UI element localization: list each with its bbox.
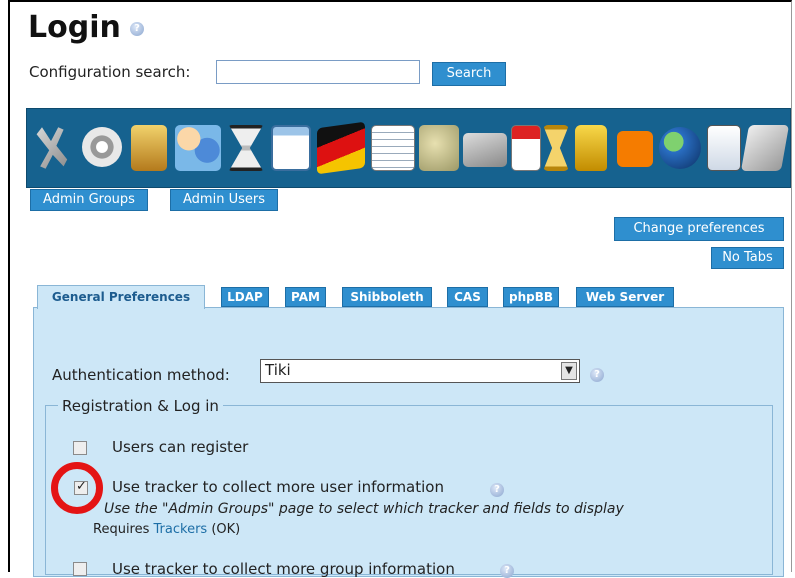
- auth-method-select[interactable]: Tiki ▼: [260, 359, 580, 383]
- tab-pam[interactable]: PAM: [285, 287, 326, 307]
- admin-icon-toolbar: [26, 108, 791, 188]
- user-tracker-label: Use tracker to collect more user informa…: [112, 478, 444, 496]
- lock-icon[interactable]: [575, 125, 607, 171]
- globe-icon[interactable]: [659, 127, 701, 169]
- auth-method-label: Authentication method:: [52, 366, 230, 384]
- calendar-icon[interactable]: [511, 125, 541, 171]
- tab-phpbb[interactable]: phpBB: [503, 287, 559, 307]
- tab-general-preferences[interactable]: General Preferences: [37, 285, 205, 309]
- dropdown-arrow-icon[interactable]: ▼: [561, 362, 577, 380]
- no-tabs-button[interactable]: No Tabs: [711, 247, 784, 269]
- auth-method-value: Tiki: [265, 361, 291, 379]
- registration-legend: Registration & Log in: [58, 397, 223, 415]
- requires-note: Requires Trackers (OK): [93, 522, 241, 537]
- config-search-input[interactable]: [216, 60, 420, 84]
- window-icon[interactable]: [271, 125, 311, 171]
- stack-icon[interactable]: [740, 125, 790, 171]
- puzzle-icon[interactable]: [419, 125, 459, 171]
- rss-icon[interactable]: [617, 131, 653, 167]
- group-tracker-checkbox[interactable]: [73, 562, 87, 576]
- tab-shibboleth[interactable]: Shibboleth: [342, 287, 432, 307]
- help-icon[interactable]: ?: [500, 564, 514, 578]
- document-icon[interactable]: [707, 125, 741, 171]
- timer-icon[interactable]: [543, 125, 569, 171]
- tab-cas[interactable]: CAS: [447, 287, 488, 307]
- trackers-link[interactable]: Trackers: [154, 522, 208, 537]
- users-can-register-label: Users can register: [112, 438, 249, 456]
- hourglass-icon[interactable]: [228, 125, 264, 171]
- notepad-icon[interactable]: [371, 125, 415, 171]
- tab-ldap[interactable]: LDAP: [221, 287, 269, 307]
- page-title: Login ?: [28, 10, 144, 45]
- users-can-register-checkbox[interactable]: [73, 441, 87, 455]
- highlight-circle-annotation: [51, 462, 103, 514]
- login-icon[interactable]: [131, 125, 167, 171]
- group-tracker-label: Use tracker to collect more group inform…: [112, 560, 455, 578]
- help-icon[interactable]: ?: [590, 368, 604, 382]
- tools-icon[interactable]: [36, 127, 68, 169]
- power-icon[interactable]: [82, 127, 122, 167]
- search-button[interactable]: Search: [432, 62, 506, 86]
- tab-web-server[interactable]: Web Server: [576, 287, 674, 307]
- admin-groups-button[interactable]: Admin Groups: [30, 189, 148, 211]
- change-preferences-button[interactable]: Change preferences: [614, 217, 784, 241]
- flag-icon[interactable]: [317, 121, 365, 175]
- help-icon[interactable]: ?: [130, 22, 144, 36]
- admin-users-button[interactable]: Admin Users: [170, 189, 278, 211]
- help-icon[interactable]: ?: [490, 483, 504, 497]
- users-icon[interactable]: [175, 125, 221, 171]
- config-search-label: Configuration search:: [29, 63, 191, 81]
- mail-icon[interactable]: [463, 133, 507, 167]
- tracker-hint: Use the "Admin Groups" page to select wh…: [104, 501, 624, 517]
